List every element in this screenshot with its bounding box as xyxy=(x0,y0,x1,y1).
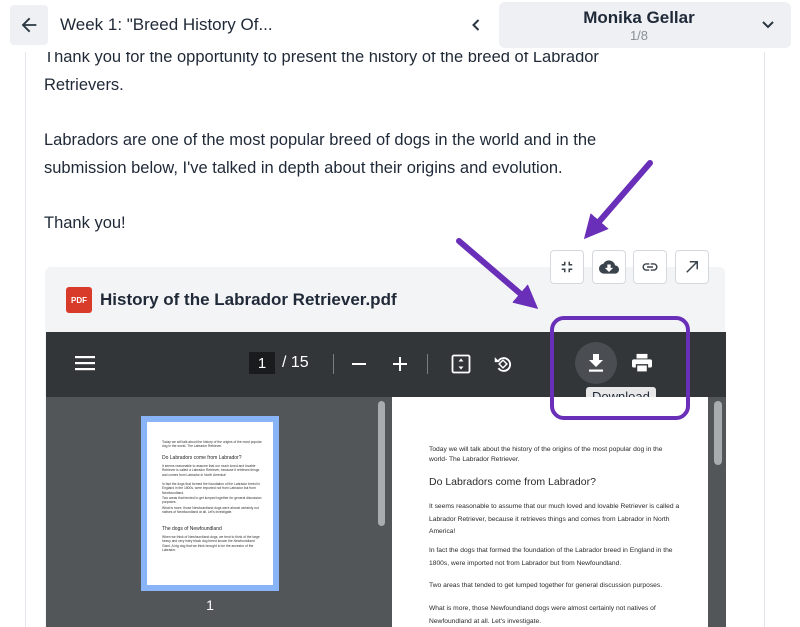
plus-icon xyxy=(393,357,407,371)
menu-button[interactable] xyxy=(74,353,96,373)
thumbnail-text: What is more, those Newfoundland dogs we… xyxy=(162,506,259,515)
submission-text-line: Labradors are one of the most popular br… xyxy=(44,131,597,149)
hamburger-menu-icon xyxy=(75,356,95,371)
link-icon xyxy=(642,263,658,271)
header-bar: Week 1: "Breed History Of... Monika Gell… xyxy=(0,0,800,52)
thumbnail-text: It seems reasonable to assume that our m… xyxy=(162,464,260,477)
zoom-in-button[interactable] xyxy=(391,355,409,373)
student-selector[interactable]: Monika Gellar 1/8 xyxy=(499,2,791,48)
thumbnail-page-preview: Today we will talk about the history of … xyxy=(147,422,273,585)
page-paragraph: It seems reasonable to assume that our m… xyxy=(429,503,680,535)
thumbnail-text: Today we will talk about the history of … xyxy=(162,440,262,449)
download-highlight-box xyxy=(550,316,690,420)
panel-border-left xyxy=(25,50,26,627)
toolbar-divider xyxy=(333,354,334,374)
page-number-input[interactable]: 1 xyxy=(249,352,275,374)
panel-border-right xyxy=(764,50,765,627)
open-external-button[interactable] xyxy=(675,250,709,284)
collapse-button[interactable] xyxy=(550,250,584,284)
page-heading: Do Labradors come from Labrador? xyxy=(429,476,596,488)
page-paragraph: Two areas that tended to get lumped toge… xyxy=(429,582,663,589)
student-position: 1/8 xyxy=(629,28,649,43)
page-total: / 15 xyxy=(282,354,309,371)
minus-icon xyxy=(352,363,366,365)
pdf-file-icon: PDF xyxy=(66,287,92,313)
submission-text-line: submission below, I've talked in depth a… xyxy=(44,159,563,177)
cloud-download-button[interactable] xyxy=(592,250,626,284)
back-button[interactable] xyxy=(10,5,48,45)
annotation-arrow xyxy=(583,160,653,240)
thumbnail-scrollbar[interactable] xyxy=(378,401,385,526)
arrow-left-icon xyxy=(21,17,37,33)
copy-link-button[interactable] xyxy=(633,250,667,284)
page-scrollbar[interactable] xyxy=(714,401,722,465)
chevron-left-icon xyxy=(472,19,480,31)
rotate-button[interactable] xyxy=(491,352,515,376)
submission-text-line: Retrievers. xyxy=(44,76,124,94)
assignment-title: Week 1: "Breed History Of... xyxy=(60,15,273,34)
fit-page-icon xyxy=(451,354,471,374)
open-external-icon xyxy=(686,261,698,273)
collapse-icon xyxy=(561,261,573,273)
student-name: Monika Gellar xyxy=(583,8,695,27)
thumbnail-text: When we think of Newfoundland dogs, we t… xyxy=(162,535,260,553)
fit-to-page-button[interactable] xyxy=(450,353,472,375)
rotate-icon xyxy=(494,357,512,372)
cloud-download-icon xyxy=(599,260,619,274)
attachment-file-name[interactable]: History of the Labrador Retriever.pdf xyxy=(100,290,397,310)
submission-text-line: Thank you! xyxy=(44,214,126,232)
toolbar-divider xyxy=(427,354,428,374)
page-paragraph: Today we will talk about the history of … xyxy=(429,446,663,463)
page-paragraph: In fact the dogs that formed the foundat… xyxy=(429,547,673,567)
chevron-down-icon xyxy=(758,15,778,35)
pdf-page: Today we will talk about the history of … xyxy=(392,397,708,627)
thumbnail-text: Two areas that tended to get lumped toge… xyxy=(162,496,262,505)
thumbnail-page-label: 1 xyxy=(206,597,214,613)
thumbnail-heading: The dogs of Newfoundland xyxy=(162,526,222,532)
page-paragraph: What is more, those Newfoundland dogs we… xyxy=(429,605,656,625)
zoom-out-button[interactable] xyxy=(350,355,368,373)
previous-student-button[interactable] xyxy=(466,14,486,36)
thumbnail-heading: Do Labradors come from Labrador? xyxy=(162,455,242,461)
thumbnail-text: In fact the dogs that formed the foundat… xyxy=(162,482,261,495)
